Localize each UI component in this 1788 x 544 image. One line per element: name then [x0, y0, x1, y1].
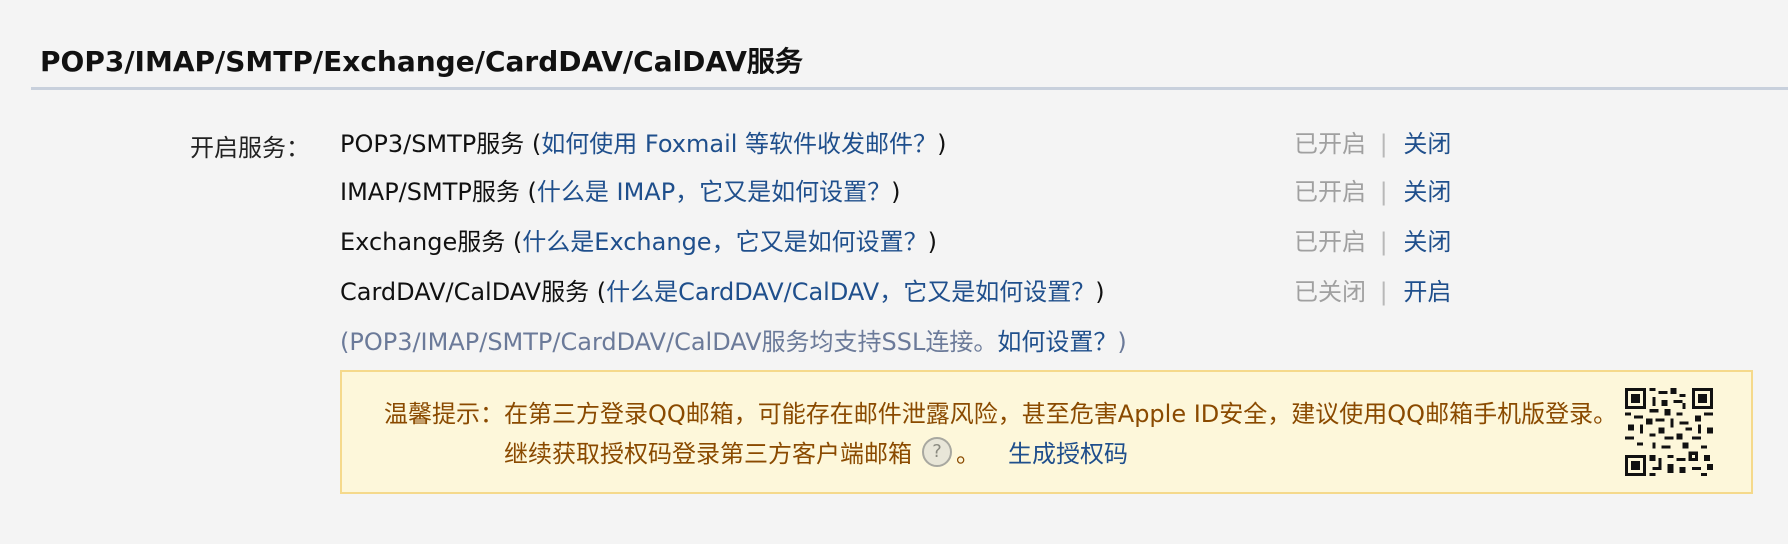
service-row-imap: IMAP/SMTP服务 (什么是 IMAP，它又是如何设置？)	[340, 178, 901, 206]
status-pop3: 已开启 | 关闭	[1294, 124, 1451, 160]
help-link-imap[interactable]: 什么是 IMAP，它又是如何设置？	[537, 178, 891, 206]
services-label: 开启服务：	[190, 134, 310, 162]
tip-period: 。	[956, 440, 980, 468]
tip-label: 温馨提示：	[384, 400, 504, 428]
toggle-imap-button[interactable]: 关闭	[1403, 178, 1451, 206]
ssl-setup-link[interactable]: 如何设置？	[997, 328, 1117, 356]
qr-code-icon	[1625, 388, 1713, 476]
toggle-pop3-button[interactable]: 关闭	[1403, 130, 1451, 158]
service-name: CardDAV/CalDAV服务	[340, 278, 590, 306]
status-state: 已开启	[1294, 178, 1366, 206]
status-carddav: 已关闭 | 开启	[1294, 272, 1451, 308]
service-name: Exchange服务	[340, 228, 506, 256]
status-separator: |	[1379, 178, 1388, 206]
status-state: 已关闭	[1294, 278, 1366, 306]
status-imap: 已开启 | 关闭	[1294, 172, 1451, 208]
tip-auth-line: 继续获取授权码登录第三方客户端邮箱 ? 。 生成授权码	[504, 434, 1128, 469]
status-exchange: 已开启 | 关闭	[1294, 222, 1451, 258]
tip-warning-text: 在第三方登录QQ邮箱，可能存在邮件泄露风险，甚至危害Apple ID安全，建议使…	[504, 400, 1618, 428]
warning-tip-box: 温馨提示： 在第三方登录QQ邮箱，可能存在邮件泄露风险，甚至危害Apple ID…	[340, 370, 1753, 494]
service-name: POP3/SMTP服务	[340, 130, 525, 158]
toggle-carddav-button[interactable]: 开启	[1403, 278, 1451, 306]
service-row-carddav: CardDAV/CalDAV服务 (什么是CardDAV/CalDAV，它又是如…	[340, 278, 1105, 306]
section-header: POP3/IMAP/SMTP/Exchange/CardDAV/CalDAV服务	[31, 0, 1788, 90]
status-separator: |	[1379, 228, 1388, 256]
service-row-exchange: Exchange服务 (什么是Exchange，它又是如何设置？)	[340, 228, 937, 256]
ssl-note-text: (POP3/IMAP/SMTP/CardDAV/CalDAV服务均支持SSL连接…	[340, 328, 998, 356]
toggle-exchange-button[interactable]: 关闭	[1403, 228, 1451, 256]
service-name: IMAP/SMTP服务	[340, 178, 520, 206]
ssl-note-close: )	[1117, 328, 1127, 356]
service-row-pop3: POP3/SMTP服务 (如何使用 Foxmail 等软件收发邮件？)	[340, 130, 947, 158]
generate-auth-code-link[interactable]: 生成授权码	[1008, 434, 1128, 469]
question-icon[interactable]: ?	[922, 436, 952, 467]
status-state: 已开启	[1294, 228, 1366, 256]
tip-auth-text: 继续获取授权码登录第三方客户端邮箱	[504, 440, 912, 468]
status-separator: |	[1379, 278, 1388, 306]
help-link-carddav[interactable]: 什么是CardDAV/CalDAV，它又是如何设置？	[606, 278, 1095, 306]
help-link-pop3[interactable]: 如何使用 Foxmail 等软件收发邮件？	[541, 130, 937, 158]
ssl-note: (POP3/IMAP/SMTP/CardDAV/CalDAV服务均支持SSL连接…	[340, 322, 1127, 357]
section-title: POP3/IMAP/SMTP/Exchange/CardDAV/CalDAV服务	[40, 45, 803, 78]
help-link-exchange[interactable]: 什么是Exchange，它又是如何设置？	[522, 228, 927, 256]
status-separator: |	[1379, 130, 1388, 158]
status-state: 已开启	[1294, 130, 1366, 158]
